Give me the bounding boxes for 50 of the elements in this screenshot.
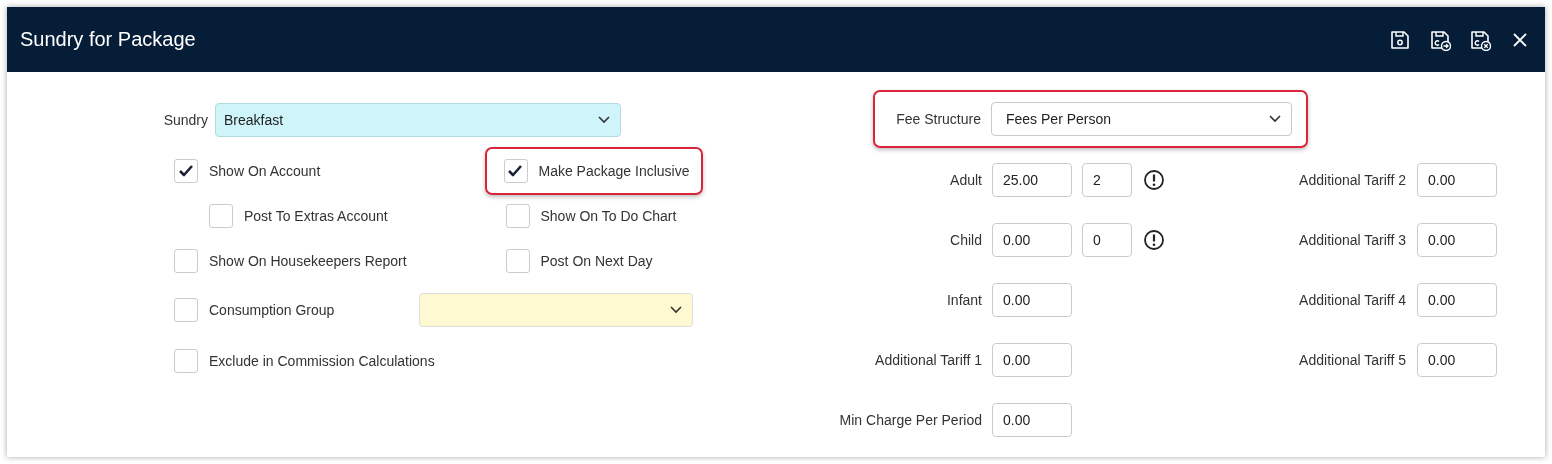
checkbox-label: Make Package Inclusive bbox=[538, 161, 690, 180]
input-field[interactable]: 0.00 bbox=[992, 283, 1072, 317]
input-field[interactable]: 2 bbox=[1082, 163, 1132, 197]
checkbox[interactable] bbox=[209, 203, 233, 228]
input-field[interactable]: 0.00 bbox=[1417, 223, 1497, 257]
input-field[interactable]: 0.00 bbox=[992, 343, 1072, 377]
checkbox[interactable] bbox=[503, 158, 528, 183]
checkbox[interactable] bbox=[174, 297, 198, 322]
field-label: Child bbox=[949, 231, 982, 249]
field-label: Additional Tariff 2 bbox=[1298, 171, 1406, 189]
input-field[interactable]: 0.00 bbox=[1417, 283, 1497, 317]
dropdown[interactable]: Breakfast bbox=[215, 103, 621, 137]
checkbox-label: Post On Next Day bbox=[540, 251, 653, 270]
checkbox[interactable] bbox=[174, 348, 198, 373]
field-label: Additional Tariff 5 bbox=[1298, 351, 1406, 369]
save-next-button[interactable] bbox=[1429, 28, 1451, 51]
field-label: Fee Structure bbox=[895, 110, 981, 128]
input-field[interactable]: 0 bbox=[1082, 223, 1132, 257]
input-field[interactable]: 0.00 bbox=[992, 223, 1072, 257]
checkbox-label: Post To Extras Account bbox=[244, 206, 388, 225]
checkbox[interactable] bbox=[505, 203, 530, 228]
checkbox-label: Show On To Do Chart bbox=[540, 206, 677, 225]
chevron-icon bbox=[670, 305, 682, 313]
chevron-icon bbox=[1269, 115, 1281, 123]
field-label: Min Charge Per Period bbox=[838, 411, 982, 429]
field-label: Additional Tariff 3 bbox=[1298, 231, 1406, 249]
input-field[interactable]: 0.00 bbox=[992, 403, 1072, 437]
checkbox-label: Exclude in Commission Calculations bbox=[209, 351, 435, 370]
checkbox-label: Consumption Group bbox=[209, 300, 335, 319]
field-label: Sundry bbox=[162, 111, 208, 129]
input-field[interactable]: 0.00 bbox=[1417, 163, 1497, 197]
checkbox-label: Show On Housekeepers Report bbox=[209, 251, 407, 270]
save-button[interactable] bbox=[1389, 28, 1411, 51]
checkmark-icon bbox=[178, 165, 193, 177]
chevron-icon bbox=[598, 116, 610, 124]
dropdown[interactable] bbox=[419, 292, 693, 327]
checkbox[interactable] bbox=[505, 248, 530, 273]
field-label: Infant bbox=[945, 291, 982, 309]
checkmark-icon bbox=[508, 165, 522, 177]
window-title: Sundry for Package bbox=[20, 28, 197, 51]
field-label: Additional Tariff 1 bbox=[874, 351, 982, 369]
checkbox-label: Show On Account bbox=[209, 161, 321, 180]
input-field[interactable]: 0.00 bbox=[1417, 343, 1497, 377]
field-label: Adult bbox=[949, 171, 982, 189]
save-close-button[interactable] bbox=[1469, 28, 1491, 51]
input-field[interactable]: 25.00 bbox=[992, 163, 1072, 197]
field-label: Additional Tariff 4 bbox=[1298, 291, 1406, 309]
checkbox[interactable] bbox=[174, 158, 198, 183]
dropdown[interactable]: Fees Per Person bbox=[991, 102, 1292, 136]
checkbox[interactable] bbox=[174, 248, 198, 273]
